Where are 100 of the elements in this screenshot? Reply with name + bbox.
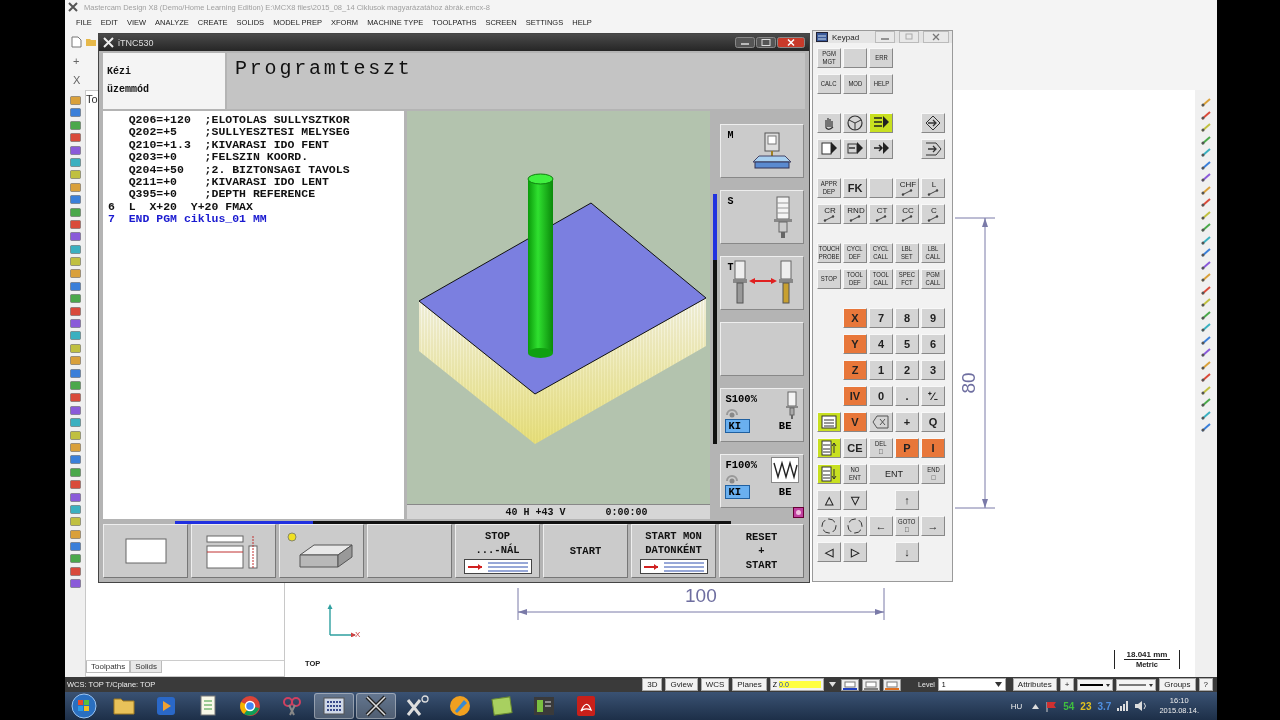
- tool-icon[interactable]: [69, 517, 81, 527]
- tool-icon[interactable]: [69, 319, 81, 329]
- tool-icon[interactable]: [69, 418, 81, 428]
- keypad-key[interactable]: ENT: [869, 464, 919, 484]
- tool-icon[interactable]: [69, 244, 81, 254]
- tool-icon[interactable]: [69, 108, 81, 118]
- softkey[interactable]: T: [720, 256, 805, 310]
- tool-icon[interactable]: [69, 306, 81, 316]
- tray-reading[interactable]: 54: [1063, 700, 1075, 712]
- tool-icon[interactable]: [1201, 360, 1211, 370]
- tool-icon[interactable]: [69, 232, 81, 242]
- taskbar-button[interactable]: [314, 693, 354, 719]
- tool-icon[interactable]: [69, 281, 81, 291]
- softkey[interactable]: M: [720, 124, 805, 178]
- tool-icon[interactable]: [1201, 160, 1211, 170]
- keypad-key[interactable]: [817, 139, 841, 159]
- tool-icon[interactable]: [69, 381, 81, 390]
- keypad-key[interactable]: 9: [921, 308, 945, 328]
- keypad-key[interactable]: NO ENT: [843, 464, 867, 484]
- keypad-key[interactable]: △: [817, 490, 841, 510]
- keypad-key[interactable]: [921, 139, 945, 159]
- dropdown-caret-icon[interactable]: [829, 682, 837, 687]
- tool-icon[interactable]: [69, 430, 81, 440]
- tool-icon[interactable]: [69, 294, 81, 304]
- attributes-button[interactable]: Attributes: [1012, 678, 1057, 691]
- override-option[interactable]: BE: [776, 420, 800, 432]
- override-option[interactable]: BE: [776, 486, 800, 498]
- keypad-key[interactable]: C: [921, 204, 945, 224]
- tool-icon[interactable]: [1201, 410, 1211, 420]
- color-swatch-icon[interactable]: [841, 678, 860, 691]
- softkey[interactable]: START MON DATONKÉNT: [631, 524, 716, 578]
- tool-icon[interactable]: [1201, 110, 1211, 120]
- keypad-key[interactable]: CE: [843, 438, 867, 458]
- keypad-key[interactable]: TOOL DEF: [843, 269, 867, 289]
- tool-icon[interactable]: [69, 195, 81, 205]
- keypad-key[interactable]: ERR: [869, 48, 893, 68]
- status-button[interactable]: 3D: [642, 678, 663, 691]
- keypad-key[interactable]: FK: [843, 178, 867, 198]
- tool-icon[interactable]: [1201, 348, 1211, 357]
- keypad-key[interactable]: 7: [869, 308, 893, 328]
- tool-icon[interactable]: [1201, 385, 1211, 395]
- tool-icon[interactable]: [69, 455, 81, 465]
- keypad-key[interactable]: [843, 139, 867, 159]
- keypad-key[interactable]: CR: [817, 204, 841, 224]
- toolbar-button[interactable]: +: [71, 54, 82, 68]
- tool-icon[interactable]: [1201, 210, 1211, 220]
- keypad-key[interactable]: [869, 139, 893, 159]
- keypad-key[interactable]: PGM CALL: [921, 269, 945, 289]
- keypad-key[interactable]: L: [921, 178, 945, 198]
- keypad-key[interactable]: P: [895, 438, 919, 458]
- toolbar-button[interactable]: X: [71, 73, 83, 87]
- panel-tab[interactable]: Solids: [130, 661, 163, 673]
- keypad-key[interactable]: 5: [895, 334, 919, 354]
- keypad-key[interactable]: RND: [843, 204, 867, 224]
- tool-icon[interactable]: [1201, 298, 1211, 307]
- keypad-key[interactable]: TOOL CALL: [869, 269, 893, 289]
- keypad-key[interactable]: ↓: [895, 542, 919, 562]
- tool-icon[interactable]: [1201, 173, 1211, 182]
- keypad-key[interactable]: ⁺∕₋: [921, 386, 945, 406]
- tool-icon[interactable]: [1201, 398, 1211, 407]
- tool-icon[interactable]: [1201, 148, 1211, 157]
- keypad-key[interactable]: I: [921, 438, 945, 458]
- keypad-key[interactable]: [921, 113, 945, 133]
- override-option[interactable]: KI: [725, 419, 751, 433]
- softkey[interactable]: [367, 524, 452, 578]
- keypad-key[interactable]: APPR DEP: [817, 178, 841, 198]
- keypad-key[interactable]: 1: [869, 360, 893, 380]
- keypad-key[interactable]: CHF: [895, 178, 919, 198]
- keypad-key[interactable]: Z: [843, 360, 867, 380]
- tool-icon[interactable]: [1201, 235, 1211, 245]
- tool-icon[interactable]: [69, 368, 81, 378]
- softkey[interactable]: START: [543, 524, 628, 578]
- tool-icon[interactable]: [69, 393, 81, 403]
- keypad-key[interactable]: ↑: [895, 490, 919, 510]
- tool-icon[interactable]: [69, 331, 81, 341]
- tool-icon[interactable]: [69, 170, 81, 180]
- line-style-dropdown[interactable]: [1116, 678, 1157, 691]
- tool-icon[interactable]: [1201, 273, 1211, 282]
- softkey[interactable]: STOP ...-NÁL: [455, 524, 540, 578]
- keypad-key[interactable]: LBL SET: [895, 243, 919, 263]
- tool-icon[interactable]: [1201, 198, 1211, 207]
- softkey[interactable]: S: [720, 190, 805, 244]
- keypad-key[interactable]: 2: [895, 360, 919, 380]
- keypad-key[interactable]: 4: [869, 334, 893, 354]
- tool-icon[interactable]: [69, 442, 81, 452]
- keypad-key[interactable]: DEL □: [869, 438, 893, 458]
- tray-reading[interactable]: 23: [1080, 700, 1092, 712]
- keypad-key[interactable]: IV: [843, 386, 867, 406]
- keypad-key[interactable]: ←: [869, 516, 893, 536]
- close-button[interactable]: [923, 31, 949, 43]
- tool-icon[interactable]: [69, 145, 81, 155]
- minimize-button[interactable]: [875, 31, 895, 43]
- tool-icon[interactable]: [69, 566, 81, 576]
- tool-icon[interactable]: [69, 157, 81, 167]
- override-option[interactable]: KI: [725, 485, 751, 499]
- tool-icon[interactable]: [1201, 223, 1211, 232]
- tool-icon[interactable]: [69, 405, 81, 415]
- minimize-button[interactable]: [735, 37, 755, 48]
- tool-icon[interactable]: [69, 120, 81, 130]
- keypad-key[interactable]: LBL CALL: [921, 243, 945, 263]
